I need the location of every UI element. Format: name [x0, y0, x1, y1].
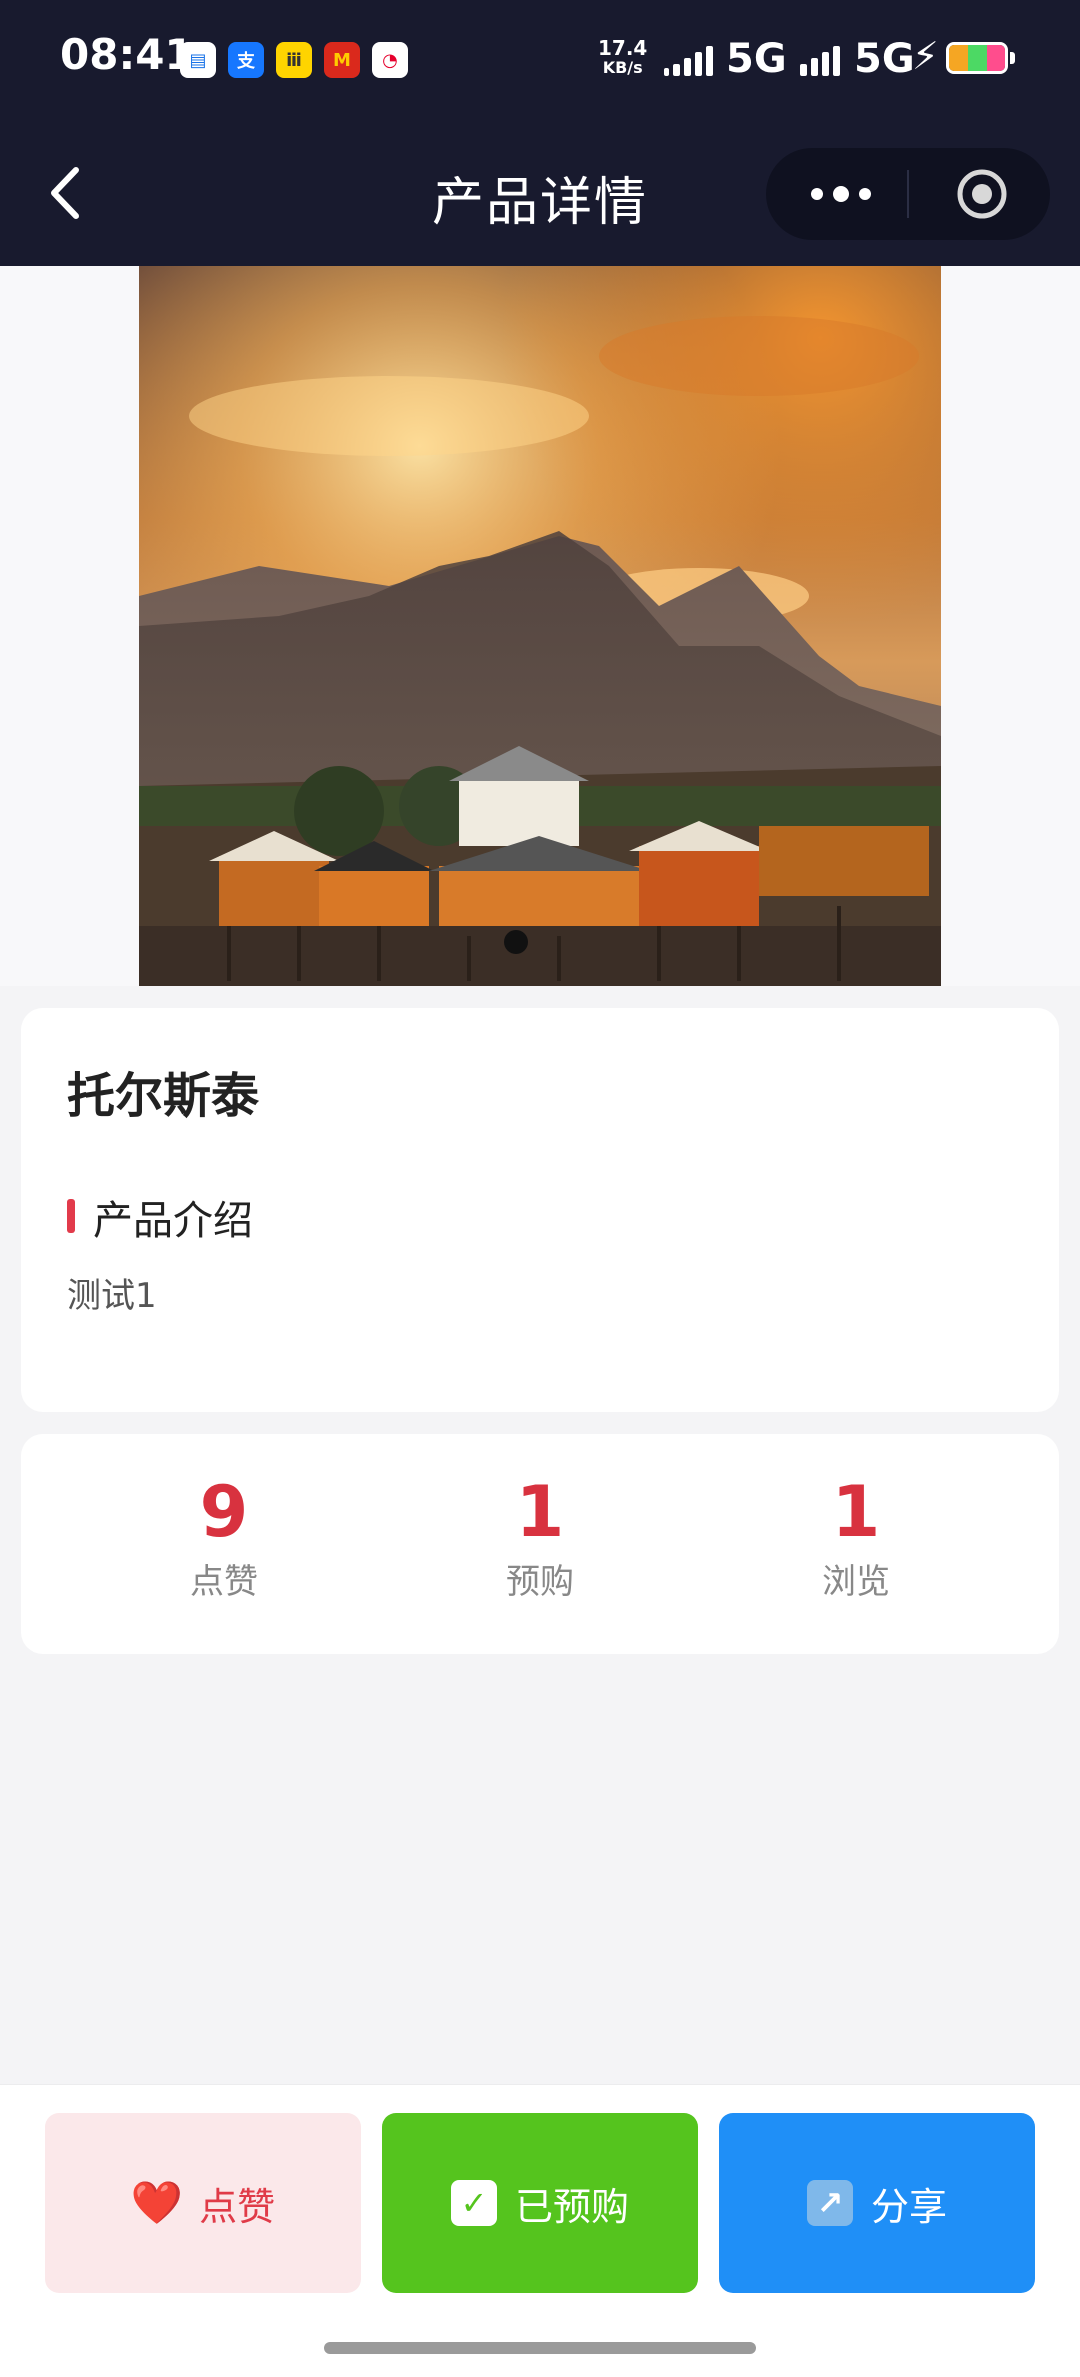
preorder-label: 已预购: [514, 2184, 629, 2229]
battery-tip: [1010, 52, 1015, 64]
notification-icons: ▤ 支 ⅲ M ◔: [180, 42, 408, 78]
network-speed-value: 17.4: [598, 36, 648, 60]
share-label: 分享: [870, 2184, 947, 2229]
stat-preorders: 1 预购: [390, 1474, 690, 1603]
product-info-card: 托尔斯泰 产品介绍 测试1: [21, 1008, 1059, 1412]
product-image-carousel[interactable]: [0, 266, 1080, 986]
stat-views: 1 浏览: [706, 1474, 1006, 1603]
stat-likes: 9 点赞: [74, 1474, 374, 1603]
yellow-app-icon: ⅲ: [276, 42, 312, 78]
more-button[interactable]: [786, 148, 896, 240]
capsule-divider: [907, 170, 909, 218]
home-indicator[interactable]: [324, 2342, 756, 2354]
alipay-app-icon: 支: [228, 42, 264, 78]
check-icon: ✓: [450, 2180, 497, 2226]
charging-icon: ⚡: [912, 34, 939, 78]
battery-icon: [946, 42, 1008, 74]
network-type-1: 5G: [726, 36, 787, 82]
network-speed: 17.4 KB/s: [598, 38, 647, 78]
section-title: 产品介绍: [93, 1198, 253, 1244]
heart-icon: ❤️: [130, 2178, 184, 2227]
more-dot-icon: [859, 188, 871, 200]
stats-card: 9 点赞 1 预购 1 浏览: [21, 1434, 1059, 1654]
section-accent-bar: [67, 1199, 75, 1233]
more-dot-icon: [833, 186, 849, 202]
clock: 08:41: [60, 30, 194, 79]
signal-icon: [664, 44, 713, 76]
target-circle-icon: [957, 169, 1007, 219]
bottom-action-bar: ❤️ 点赞 ✓ 已预购 ↗ 分享: [0, 2084, 1080, 2377]
miniprogram-capsule: [766, 148, 1050, 240]
share-arrow-icon: ↗: [806, 2180, 853, 2226]
like-button[interactable]: ❤️ 点赞: [45, 2113, 361, 2293]
carousel-indicator-dot[interactable]: [504, 930, 528, 954]
like-label: 点赞: [199, 2184, 276, 2229]
stat-value: 9: [199, 1471, 249, 1553]
stat-value: 1: [515, 1471, 565, 1553]
message-app-icon: ▤: [180, 42, 216, 78]
close-miniprogram-button[interactable]: [956, 168, 1008, 220]
network-speed-unit: KB/s: [602, 58, 643, 77]
product-image: [139, 266, 941, 986]
red-app-icon: ◔: [372, 42, 408, 78]
stat-label: 浏览: [822, 1562, 890, 1602]
status-bar: 08:41 ▤ 支 ⅲ M ◔ 17.4 KB/s 5G 5G ⚡: [0, 0, 1080, 120]
product-name: 托尔斯泰: [67, 1068, 260, 1124]
stat-label: 点赞: [190, 1562, 258, 1602]
network-type-2: 5G: [854, 36, 915, 82]
product-intro: 测试1: [67, 1276, 157, 1316]
stat-label: 预购: [506, 1562, 574, 1602]
preorder-button[interactable]: ✓ 已预购: [382, 2113, 698, 2293]
more-dot-icon: [811, 188, 823, 200]
mcdonalds-app-icon: M: [324, 42, 360, 78]
signal-icon-2: [800, 44, 840, 76]
navigation-bar: 产品详情: [0, 120, 1080, 266]
stat-value: 1: [831, 1471, 881, 1553]
share-button[interactable]: ↗ 分享: [719, 2113, 1035, 2293]
